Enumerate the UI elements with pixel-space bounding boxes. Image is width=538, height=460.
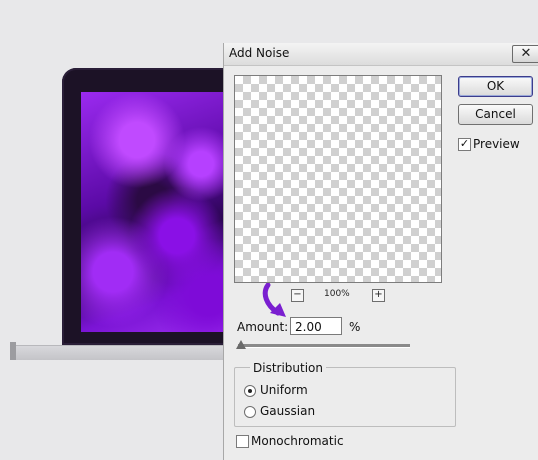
zoom-level: 100% bbox=[324, 289, 350, 299]
distribution-title: Distribution bbox=[250, 361, 327, 375]
annotation-arrow-icon bbox=[262, 283, 286, 317]
laptop-base bbox=[10, 345, 232, 360]
uniform-radio[interactable] bbox=[244, 385, 256, 397]
add-noise-dialog: Add Noise ✕ − 100% + OK Cancel ✓ Preview… bbox=[223, 43, 538, 460]
preview-checkbox[interactable]: ✓ bbox=[458, 138, 471, 151]
uniform-label: Uniform bbox=[260, 383, 308, 397]
amount-unit: % bbox=[349, 320, 361, 334]
ok-button[interactable]: OK bbox=[458, 76, 533, 97]
gaussian-label: Gaussian bbox=[260, 404, 316, 418]
amount-input[interactable]: 2.00 bbox=[290, 317, 342, 335]
close-icon: ✕ bbox=[520, 46, 532, 61]
checkmark-icon: ✓ bbox=[459, 137, 470, 150]
amount-label: Amount: bbox=[237, 320, 289, 334]
amount-slider-track[interactable] bbox=[238, 344, 410, 348]
preview-label: Preview bbox=[473, 137, 520, 151]
laptop-screen-image bbox=[81, 92, 241, 332]
monochromatic-label: Monochromatic bbox=[251, 434, 344, 448]
amount-slider-thumb[interactable] bbox=[236, 340, 246, 349]
gaussian-radio[interactable] bbox=[244, 406, 256, 418]
cancel-button[interactable]: Cancel bbox=[458, 104, 533, 125]
dialog-title: Add Noise bbox=[229, 46, 290, 60]
laptop-base-edge bbox=[10, 342, 16, 360]
title-bar[interactable]: Add Noise ✕ bbox=[224, 43, 538, 66]
zoom-in-button[interactable]: + bbox=[372, 289, 385, 302]
preview-canvas[interactable] bbox=[234, 75, 442, 283]
close-button[interactable]: ✕ bbox=[512, 45, 538, 63]
distribution-group bbox=[234, 367, 456, 427]
monochromatic-checkbox[interactable] bbox=[236, 435, 249, 448]
